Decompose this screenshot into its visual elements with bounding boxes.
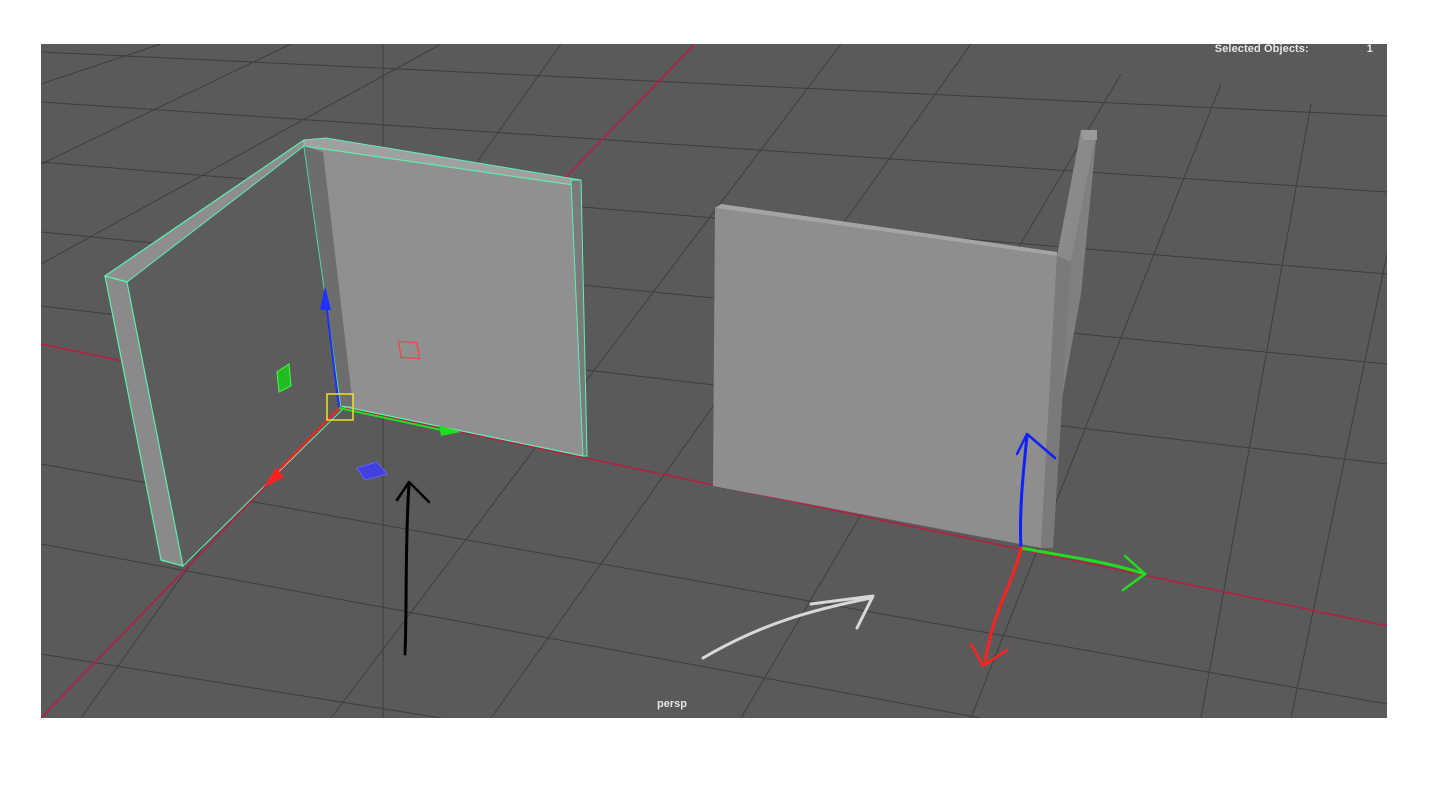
persp-viewport[interactable]: Selected Objects: 1 persp [41, 44, 1387, 718]
unselected-wall-object[interactable] [713, 130, 1097, 548]
camera-name-label: persp [657, 698, 687, 710]
selected-objects-count: 1 [1366, 44, 1373, 55]
selected-wall-object[interactable] [103, 137, 588, 568]
heads-up-display: Selected Objects: 1 [1215, 44, 1373, 55]
selected-objects-label: Selected Objects: [1214, 44, 1309, 55]
scene-canvas[interactable] [41, 44, 1387, 718]
